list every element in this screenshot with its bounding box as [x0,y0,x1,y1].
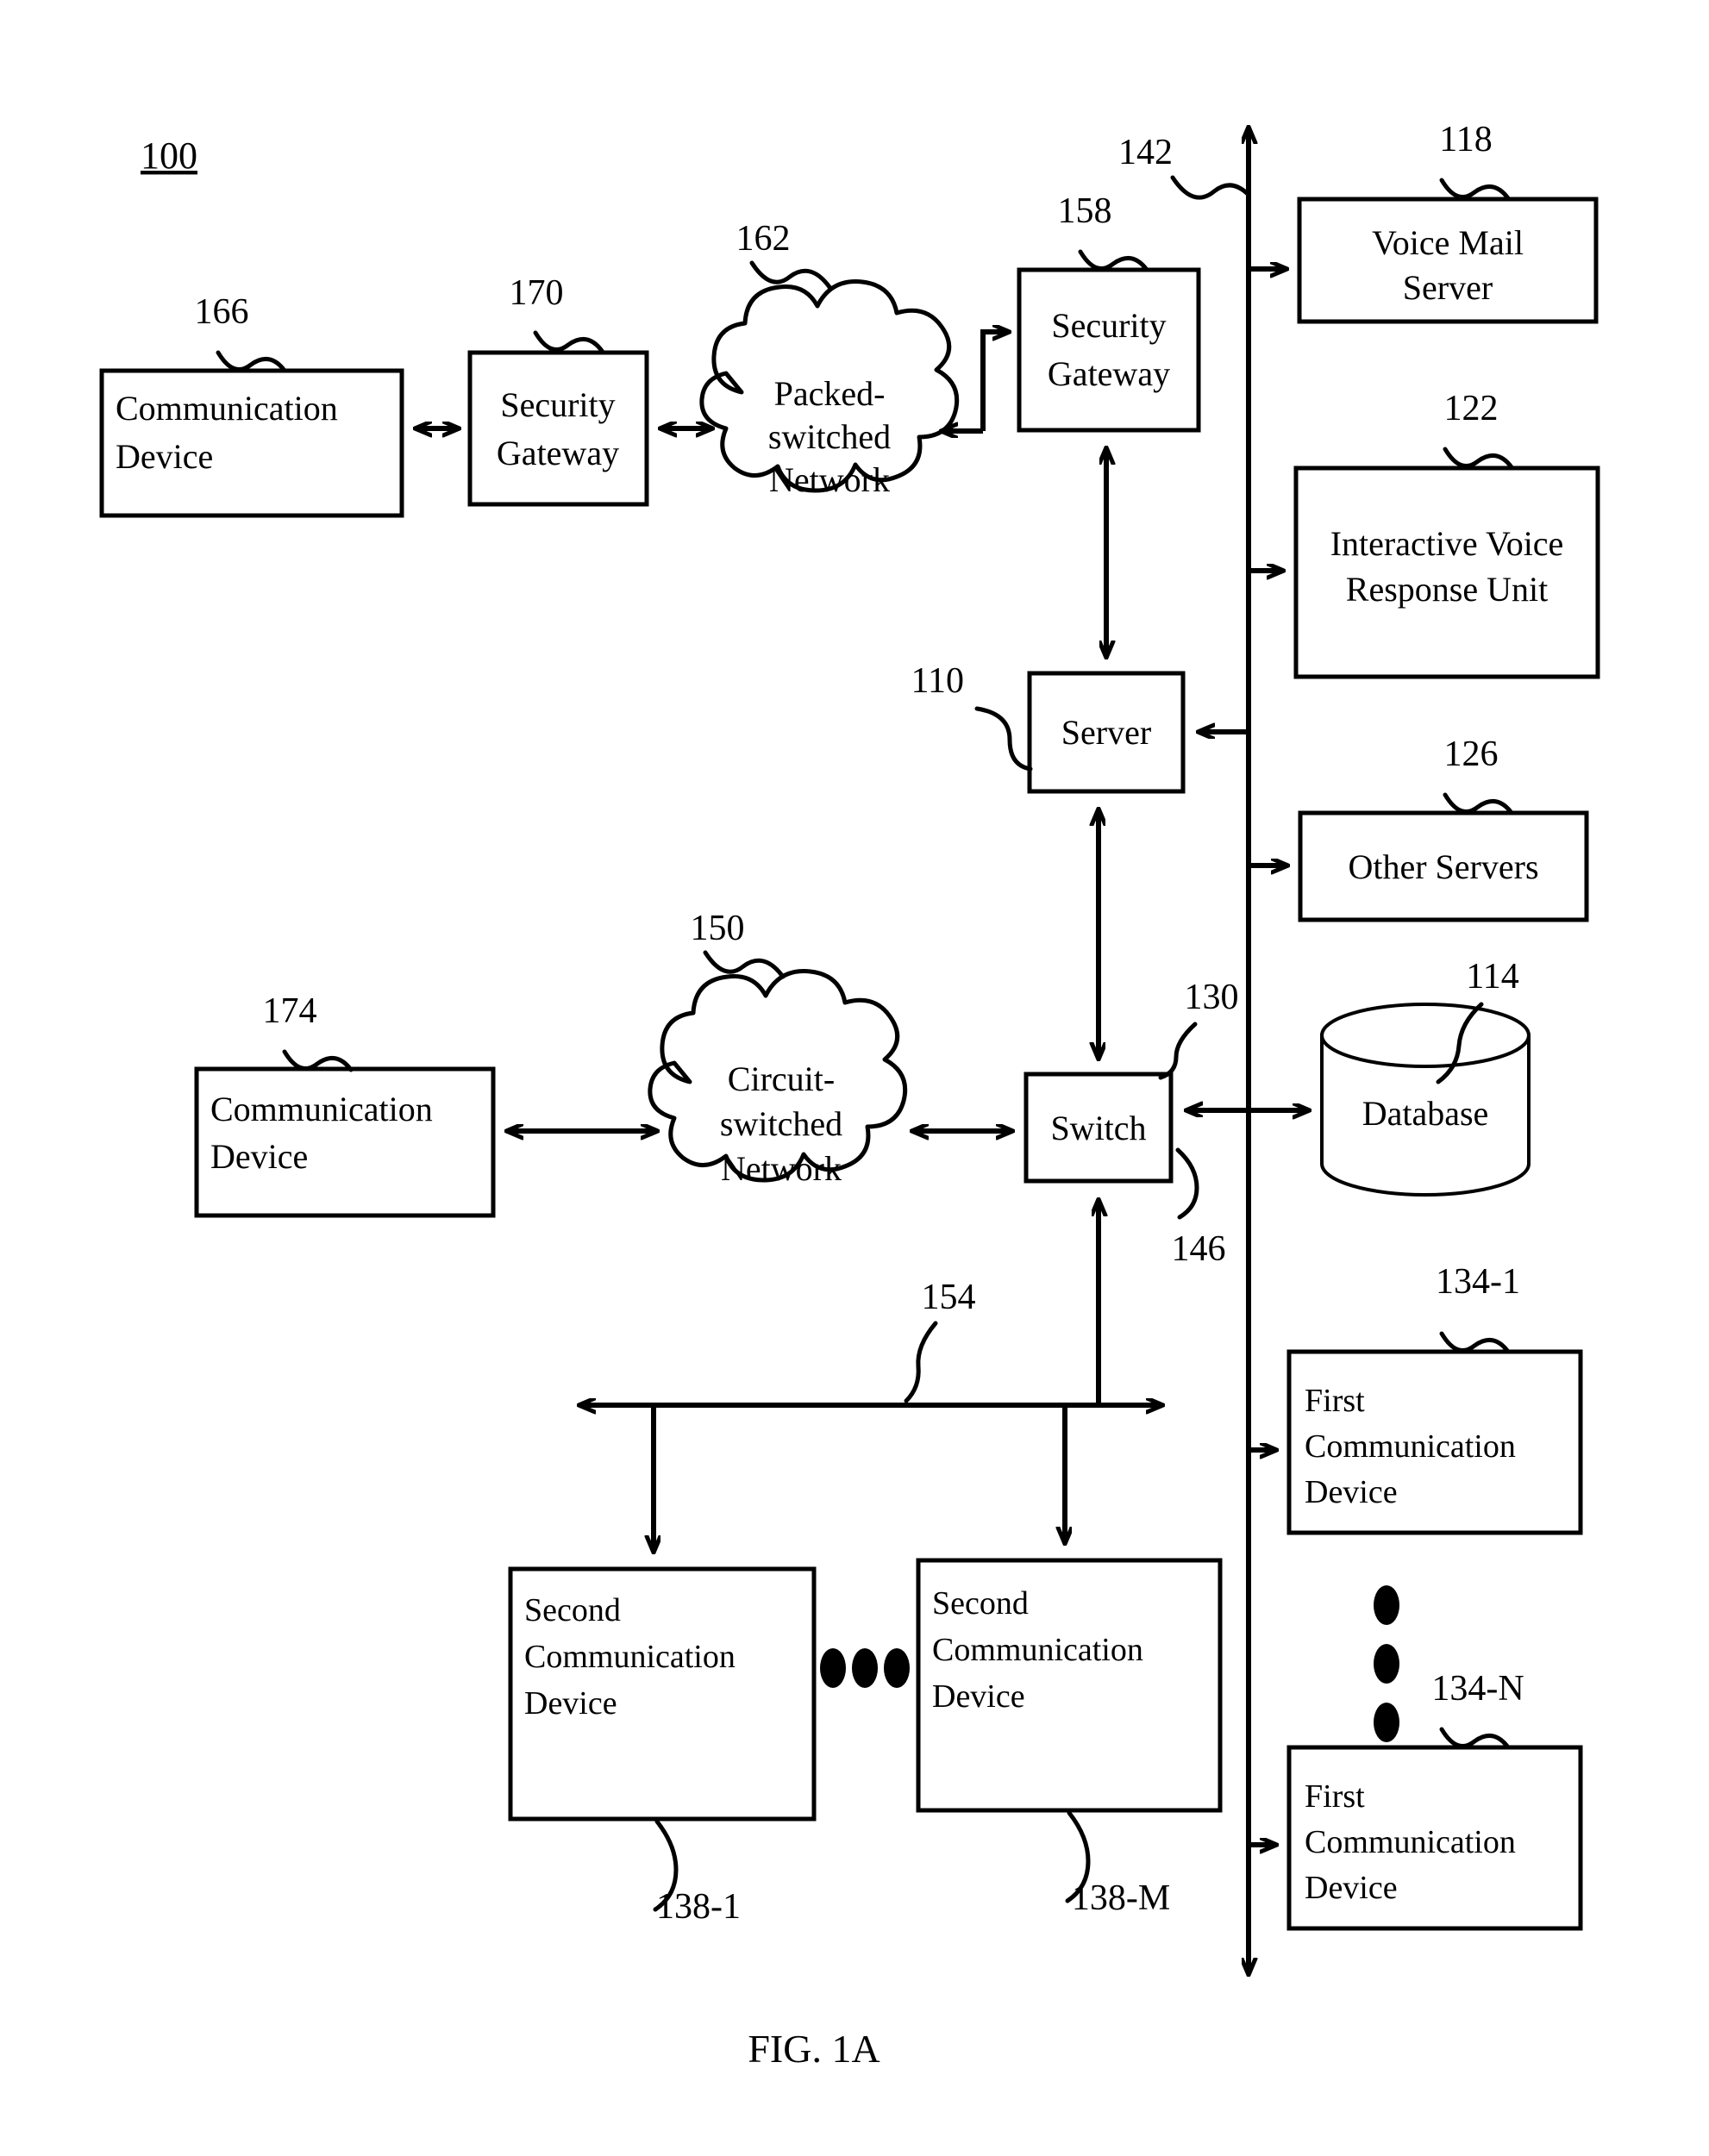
vertical-ellipsis-dot-1 [1374,1585,1399,1625]
circuit-network-label-2: switched [720,1104,842,1143]
second-comm-device-m-label-2: Communication [932,1632,1143,1668]
ellipsis-dot-1 [820,1648,846,1688]
vertical-ellipsis-dot-2 [1374,1644,1399,1684]
comm-device-bottom-label-2: Device [210,1137,308,1176]
ref-114: 114 [1466,957,1518,997]
vertical-ellipsis-dot-3 [1374,1703,1399,1742]
first-comm-device-1-label-3: Device [1305,1474,1398,1510]
voice-mail-server-label-2: Server [1403,268,1493,307]
circuit-network-label-3: Network [721,1149,842,1188]
ellipsis-dot-2 [852,1648,878,1688]
ref-110: 110 [911,661,964,701]
ivr-unit-label-1: Interactive Voice [1330,524,1564,563]
ref-166: 166 [195,292,249,332]
comm-device-top-label-1: Communication [116,389,338,428]
figure-number: 100 [141,134,197,177]
database-label: Database [1362,1094,1489,1133]
first-comm-device-n-label-2: Communication [1305,1824,1516,1860]
comm-device-top-label-2: Device [116,437,213,476]
ref-158: 158 [1058,191,1112,231]
ref-138-M: 138-M [1072,1878,1170,1918]
ref-138-1: 138-1 [656,1887,741,1927]
circuit-network-label-1: Circuit- [728,1059,835,1098]
ellipsis-dot-3 [884,1648,910,1688]
second-comm-device-1-label-1: Second [524,1592,621,1628]
ref-146: 146 [1172,1229,1226,1269]
second-comm-device-1-label-3: Device [524,1685,617,1722]
patent-figure-1a: 100 Communication Device 166 Security Ga… [0,0,1709,2156]
ref-174: 174 [263,991,317,1031]
first-comm-device-1-label-2: Communication [1305,1428,1516,1465]
packet-network-label-1: Packed- [774,374,886,413]
ref-126: 126 [1444,734,1499,774]
switch-label: Switch [1050,1109,1146,1147]
figure-caption: FIG. 1A [748,2027,880,2071]
ref-142: 142 [1118,133,1173,172]
security-gateway-left-label-2: Gateway [497,434,619,472]
first-comm-device-n-label-1: First [1305,1778,1365,1815]
ref-162: 162 [736,219,791,259]
packet-network-label-2: switched [768,417,891,456]
second-comm-device-1-label-2: Communication [524,1639,736,1675]
ref-134-1: 134-1 [1436,1262,1520,1302]
ref-170: 170 [510,273,564,313]
ref-150: 150 [691,909,745,948]
security-gateway-left-label-1: Security [500,385,615,424]
figure-canvas: 100 Communication Device 166 Security Ga… [99,120,1600,2071]
second-comm-device-m-label-3: Device [932,1678,1025,1715]
ivr-unit-label-2: Response Unit [1346,570,1548,609]
packet-network-label-3: Network [769,460,890,499]
security-gateway-left-box [467,350,649,507]
security-gateway-right-label-2: Gateway [1048,354,1170,393]
security-gateway-right-label-1: Security [1051,306,1166,345]
server-label: Server [1061,713,1151,752]
first-comm-device-n-label-3: Device [1305,1870,1398,1906]
ref-154: 154 [922,1278,976,1317]
ref-130: 130 [1185,978,1239,1017]
first-comm-device-1-label-1: First [1305,1383,1365,1419]
voice-mail-server-label-1: Voice Mail [1372,223,1524,262]
link-cloud-to-gateway-158-in [980,332,1009,431]
comm-device-bottom-label-1: Communication [210,1090,433,1128]
second-comm-device-m-label-1: Second [932,1585,1029,1622]
other-servers-label: Other Servers [1348,847,1538,886]
ref-122: 122 [1444,389,1499,428]
ref-118: 118 [1439,120,1492,159]
security-gateway-right-box [1017,267,1201,433]
ref-134-N: 134-N [1431,1669,1524,1709]
